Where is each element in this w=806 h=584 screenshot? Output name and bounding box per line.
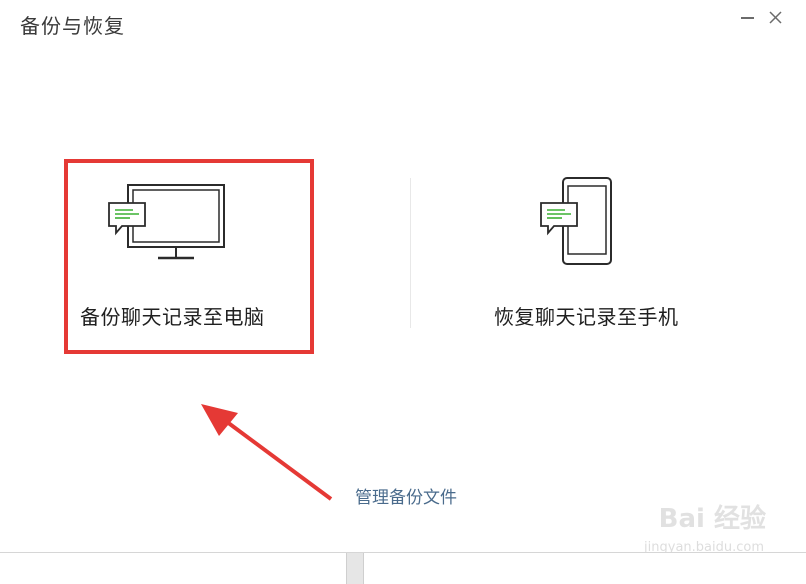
annotation-arrow [201,404,333,501]
watermark-logo: Bai 经验 [658,504,766,534]
scrollbar[interactable] [346,553,364,584]
restore-option-label: 恢复聊天记录至手机 [494,305,679,329]
close-button[interactable] [762,4,790,30]
close-icon [769,11,782,24]
options-divider [410,178,411,328]
backup-restore-window: 备份与恢复 备份聊天记录至电脑 恢复聊天记录至手机 管理备份文件 Bai 经验 … [0,0,806,555]
background-window-strip [0,552,806,584]
highlight-box [64,159,314,354]
restore-to-phone-option[interactable]: 恢复聊天记录至手机 [412,159,806,354]
window-title: 备份与恢复 [20,14,125,38]
phone-chat-icon [540,177,612,265]
minimize-button[interactable] [734,8,760,28]
manage-backup-files-link[interactable]: 管理备份文件 [355,483,457,508]
